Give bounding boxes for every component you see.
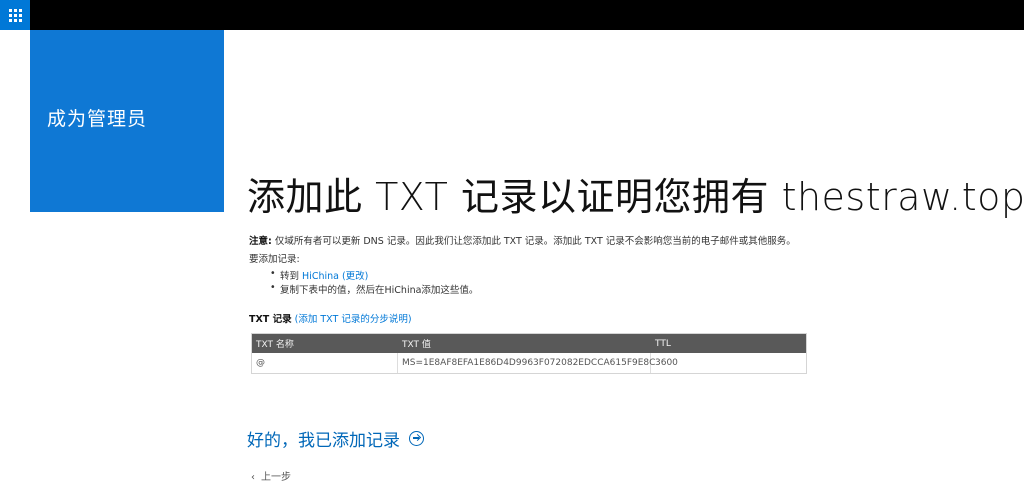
step-tile-label: 成为管理员 [47,108,148,130]
confirm-label: 好的，我已添加记录 [247,431,400,451]
top-bar [0,0,1024,30]
step-tile: 成为管理员 [30,30,224,212]
title-part2: TXT [362,175,461,219]
app-launcher-icon[interactable] [0,0,30,30]
back-label: 上一步 [261,472,291,483]
step-2-text: 复制下表中的值，然后在HiChina添加这些值。 [280,285,479,296]
column-header-ttl: TTL [655,338,671,349]
title-part3: 记录以证明您拥有 [460,175,769,219]
steps-list: 转到 HiChina (更改) 复制下表中的值，然后在HiChina添加这些值。 [270,268,478,296]
txt-record-section: TXT 记录 (添加 TXT 记录的分步说明) [249,311,412,325]
txt-help-link[interactable]: (添加 TXT 记录的分步说明) [295,314,412,325]
arrow-right-circle-icon [409,431,424,446]
cell-ttl[interactable]: 3600 [651,353,806,373]
table-row: @ MS=1E8AF8EFA1E86D4D9963F072082EDCCA615… [252,353,806,373]
note-label: 注意: [249,236,272,247]
note-body: 仅域所有者可以更新 DNS 记录。因此我们让您添加此 TXT 记录。添加此 TX… [271,236,796,247]
note-text: 注意: 仅域所有者可以更新 DNS 记录。因此我们让您添加此 TXT 记录。添加… [249,233,796,247]
column-header-name: TXT 名称 [256,340,294,350]
change-registrar-link[interactable]: HiChina (更改) [302,271,368,282]
back-button[interactable]: ‹ 上一步 [251,468,291,483]
page-title: 添加此 TXT 记录以证明您拥有 thestraw.top [247,166,1024,221]
confirm-record-added-button[interactable]: 好的，我已添加记录 [247,426,424,451]
list-item: 转到 HiChina (更改) [270,268,478,282]
table-header: TXT 名称 TXT 值 TTL [252,334,806,353]
txt-record-label: TXT 记录 [249,314,292,325]
cell-txt-value[interactable]: MS=1E8AF8EFA1E86D4D9963F072082EDCCA615F9… [398,353,655,373]
cell-txt-name[interactable]: @ [252,353,398,373]
list-item: 复制下表中的值，然后在HiChina添加这些值。 [270,282,478,296]
step-1-prefix: 转到 [280,271,303,282]
chevron-left-icon: ‹ [251,472,255,483]
txt-record-table: TXT 名称 TXT 值 TTL @ MS=1E8AF8EFA1E86D4D99… [251,333,807,374]
column-header-value: TXT 值 [402,340,431,350]
add-record-intro: 要添加记录: [249,254,300,265]
title-part1: 添加此 [247,175,363,219]
title-domain: thestraw.top [768,175,1024,219]
